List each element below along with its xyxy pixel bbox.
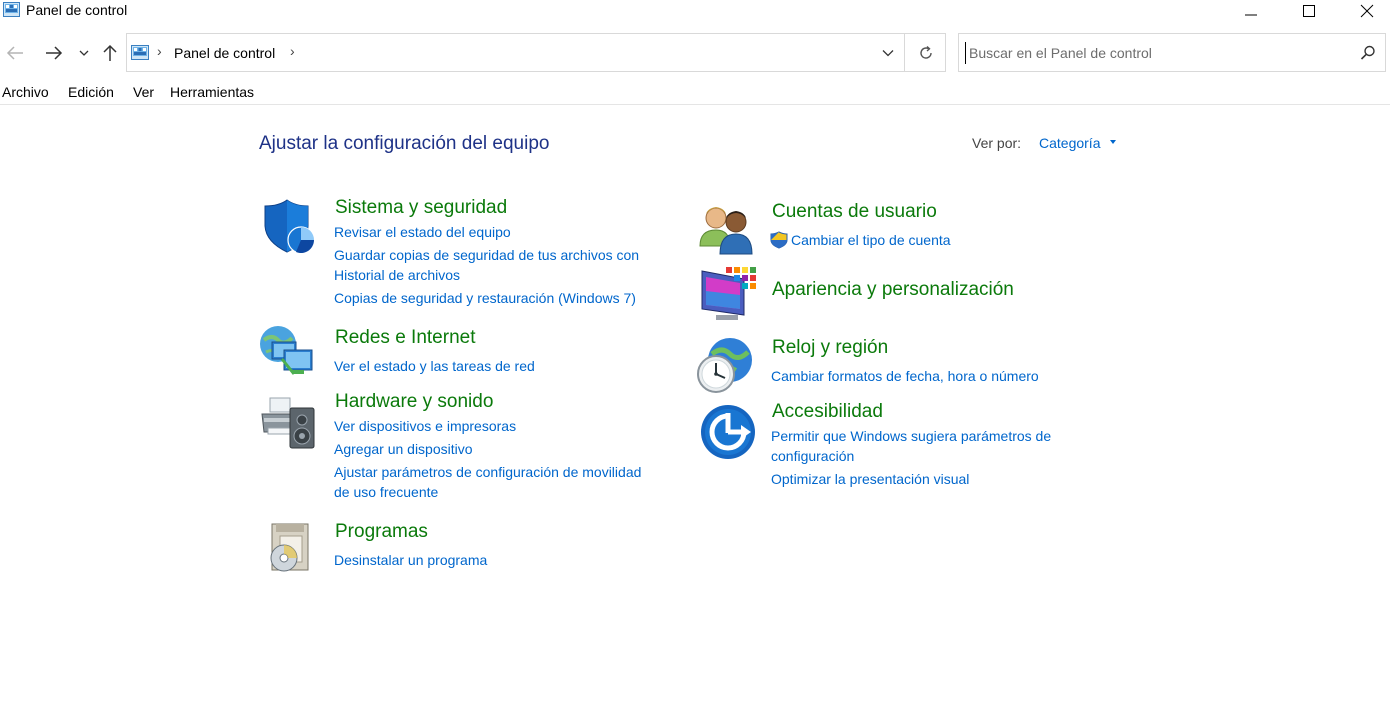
category-redes-internet[interactable]: Redes e Internet xyxy=(335,327,475,349)
control-panel-app-icon xyxy=(3,2,20,17)
view-by-dropdown[interactable]: Categoría xyxy=(1039,135,1100,151)
control-panel-icon xyxy=(131,45,149,60)
divider xyxy=(0,104,1390,105)
refresh-button[interactable] xyxy=(907,34,945,71)
title-bar: Panel de control xyxy=(0,0,1390,22)
view-by-label: Ver por: xyxy=(972,135,1022,151)
printer-speaker-icon[interactable] xyxy=(260,394,318,452)
category-hardware-sonido[interactable]: Hardware y sonido xyxy=(335,391,493,413)
menu-herramientas[interactable]: Herramientas xyxy=(170,84,254,100)
chevron-down-icon xyxy=(79,50,89,56)
arrow-up-icon xyxy=(103,44,117,61)
uac-shield-icon xyxy=(770,231,788,249)
recent-locations-button[interactable] xyxy=(74,40,94,66)
back-button[interactable] xyxy=(3,40,27,66)
link-revisar-estado[interactable]: Revisar el estado del equipo xyxy=(334,222,511,242)
search-box[interactable] xyxy=(958,33,1386,72)
menu-archivo[interactable]: Archivo xyxy=(2,84,49,100)
arrow-left-icon xyxy=(6,46,23,60)
link-desinstalar-programa[interactable]: Desinstalar un programa xyxy=(334,550,487,570)
link-agregar-dispositivo[interactable]: Agregar un dispositivo xyxy=(334,439,473,459)
link-cambiar-tipo-cuenta[interactable]: Cambiar el tipo de cuenta xyxy=(791,230,951,250)
link-ajustar-movilidad[interactable]: Ajustar parámetros de configuración de m… xyxy=(334,462,641,482)
maximize-icon xyxy=(1303,5,1315,17)
menu-ver[interactable]: Ver xyxy=(133,84,154,100)
network-globe-icon[interactable] xyxy=(258,322,316,380)
category-apariencia-personalizacion[interactable]: Apariencia y personalización xyxy=(772,279,1014,301)
breadcrumb-separator-icon[interactable]: › xyxy=(157,43,162,59)
category-programas[interactable]: Programas xyxy=(335,521,428,543)
arrow-right-icon xyxy=(46,46,63,60)
accessibility-icon[interactable] xyxy=(699,403,757,461)
category-sistema-seguridad[interactable]: Sistema y seguridad xyxy=(335,197,507,219)
link-guardar-copias-cont[interactable]: Historial de archivos xyxy=(334,265,460,285)
chevron-down-icon xyxy=(882,49,894,56)
address-bar[interactable]: › Panel de control › xyxy=(126,33,946,72)
caret-down-icon[interactable] xyxy=(1110,140,1116,144)
link-ver-dispositivos[interactable]: Ver dispositivos e impresoras xyxy=(334,416,516,436)
minimize-button[interactable] xyxy=(1228,0,1274,22)
address-dropdown-button[interactable] xyxy=(871,34,905,71)
shield-icon[interactable] xyxy=(260,198,318,256)
up-button[interactable] xyxy=(98,40,122,66)
menu-bar: Archivo Edición Ver Herramientas xyxy=(0,82,1390,104)
menu-edicion[interactable]: Edición xyxy=(68,84,114,100)
close-icon xyxy=(1360,4,1374,18)
search-input[interactable] xyxy=(965,42,1345,64)
divider xyxy=(904,34,905,71)
category-cuentas-usuario[interactable]: Cuentas de usuario xyxy=(772,201,937,223)
forward-button[interactable] xyxy=(42,40,66,66)
link-permitir-sugerencias[interactable]: Permitir que Windows sugiera parámetros … xyxy=(771,426,1051,446)
breadcrumb-separator-icon[interactable]: › xyxy=(290,43,295,59)
link-estado-red[interactable]: Ver el estado y las tareas de red xyxy=(334,356,535,376)
link-guardar-copias[interactable]: Guardar copias de seguridad de tus archi… xyxy=(334,245,639,265)
page-title: Ajustar la configuración del equipo xyxy=(259,133,550,154)
link-ajustar-movilidad-cont[interactable]: de uso frecuente xyxy=(334,482,438,502)
link-permitir-sugerencias-cont[interactable]: configuración xyxy=(771,446,854,466)
close-button[interactable] xyxy=(1344,0,1390,22)
clock-globe-icon[interactable] xyxy=(696,336,754,394)
category-accesibilidad[interactable]: Accesibilidad xyxy=(772,401,883,423)
appearance-monitor-icon[interactable] xyxy=(700,265,758,323)
link-cambiar-formatos[interactable]: Cambiar formatos de fecha, hora o número xyxy=(771,366,1039,386)
minimize-icon xyxy=(1245,14,1257,16)
link-copias-restauracion[interactable]: Copias de seguridad y restauración (Wind… xyxy=(334,288,636,308)
maximize-button[interactable] xyxy=(1286,0,1332,22)
window-title: Panel de control xyxy=(26,2,128,18)
user-accounts-icon[interactable] xyxy=(698,200,756,258)
category-reloj-region[interactable]: Reloj y región xyxy=(772,337,888,359)
breadcrumb-item[interactable]: Panel de control xyxy=(174,45,275,61)
refresh-icon xyxy=(920,45,932,59)
programs-icon[interactable] xyxy=(262,518,320,576)
search-icon[interactable] xyxy=(1359,44,1377,62)
link-optimizar-presentacion[interactable]: Optimizar la presentación visual xyxy=(771,469,969,489)
